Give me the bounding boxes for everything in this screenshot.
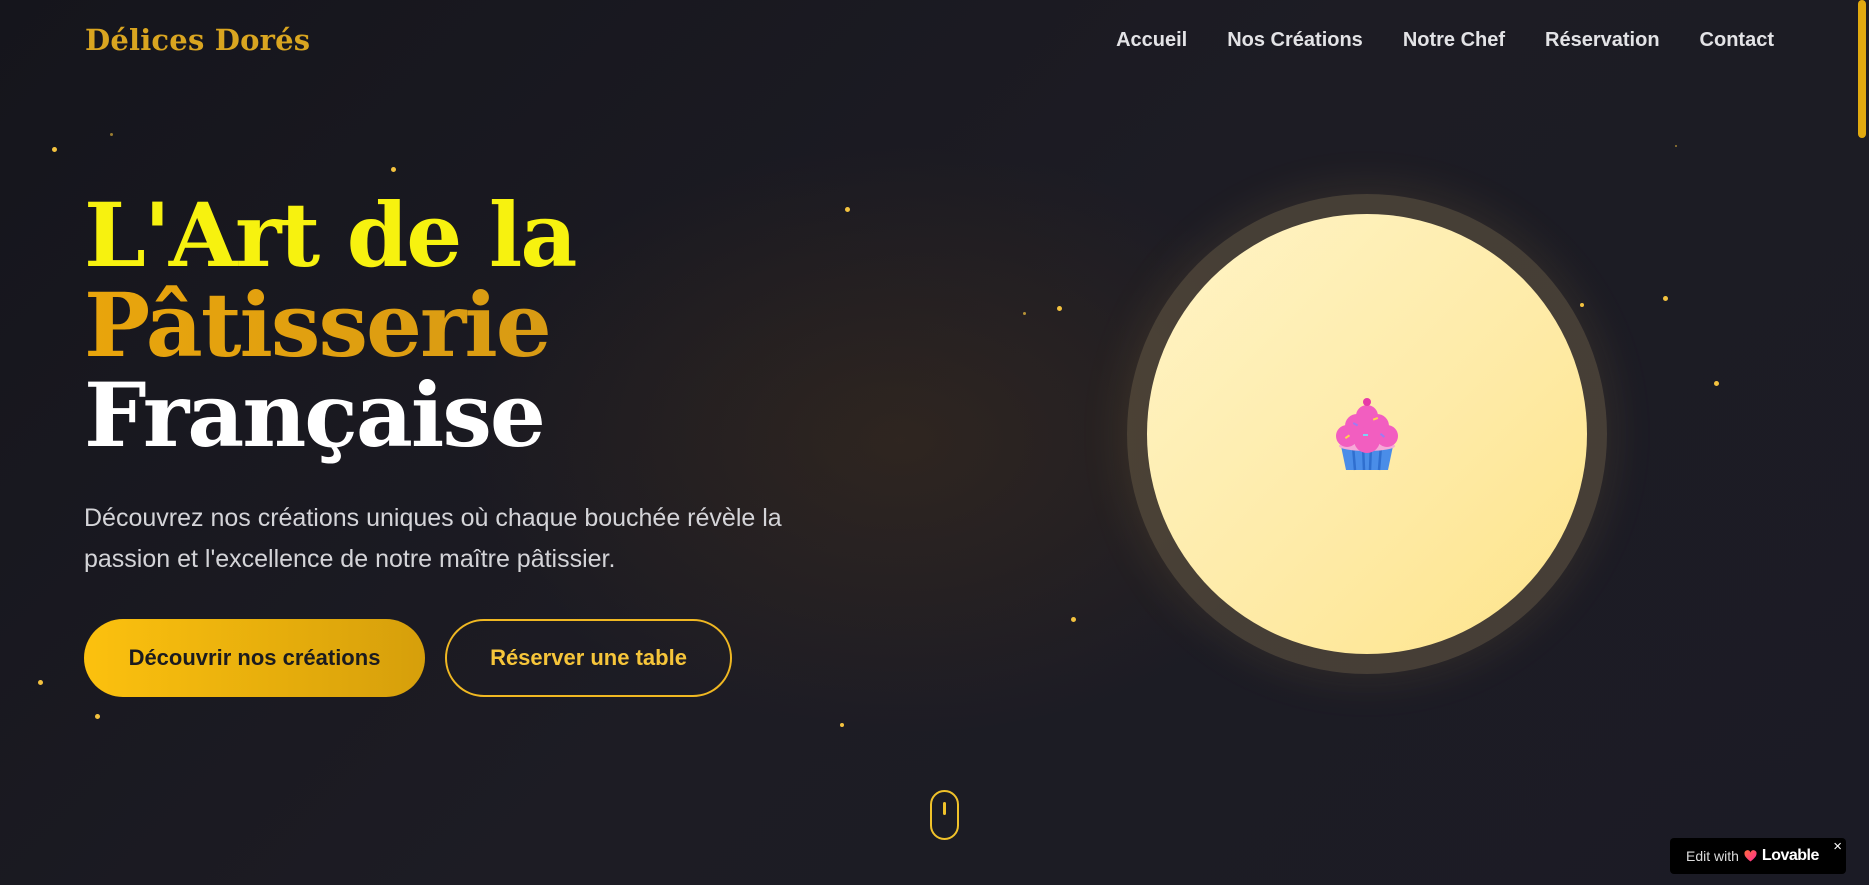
badge-prefix: Edit with: [1686, 848, 1739, 864]
sparkle-decoration: [52, 147, 57, 152]
nav-links: Accueil Nos Créations Notre Chef Réserva…: [1116, 29, 1774, 52]
scroll-down-indicator[interactable]: [930, 790, 959, 840]
close-icon[interactable]: ×: [1833, 838, 1842, 855]
navbar: Délices Dorés Accueil Nos Créations Notr…: [0, 0, 1869, 80]
brand-logo[interactable]: Délices Dorés: [85, 23, 310, 57]
hero-title-line3: Française: [84, 363, 546, 467]
nav-link-notre-chef[interactable]: Notre Chef: [1403, 29, 1505, 52]
nav-link-nos-creations[interactable]: Nos Créations: [1227, 29, 1363, 52]
hero-title-line2: Pâtisserie: [84, 280, 575, 370]
hero-illustration: [1147, 214, 1587, 654]
sparkle-decoration: [845, 207, 850, 212]
reserve-table-button[interactable]: Réserver une table: [445, 619, 732, 697]
sparkle-decoration: [1675, 145, 1677, 147]
discover-creations-button[interactable]: Découvrir nos créations: [84, 619, 425, 697]
lovable-heart-icon: [1744, 850, 1757, 862]
hero-title-line1: L'Art de la: [84, 183, 577, 287]
sparkle-decoration: [1663, 296, 1668, 301]
sparkle-decoration: [95, 714, 100, 719]
sparkle-decoration: [840, 723, 844, 727]
sparkle-decoration: [1714, 381, 1719, 386]
page-scrollbar-thumb[interactable]: [1858, 0, 1866, 138]
nav-link-contact[interactable]: Contact: [1700, 29, 1774, 52]
sparkle-decoration: [110, 133, 113, 136]
sparkle-decoration: [38, 680, 43, 685]
edit-with-lovable-badge[interactable]: Edit with Lovable ×: [1670, 838, 1846, 874]
hero-title: L'Art de la Pâtisserie Française: [84, 183, 577, 467]
sparkle-decoration: [1057, 306, 1062, 311]
badge-brand-name: Lovable: [1761, 847, 1819, 864]
sparkle-decoration: [391, 167, 396, 172]
nav-link-accueil[interactable]: Accueil: [1116, 29, 1187, 52]
hero-description: Découvrez nos créations uniques où chaqu…: [84, 504, 782, 573]
sparkle-decoration: [1071, 617, 1076, 622]
nav-link-reservation[interactable]: Réservation: [1545, 29, 1660, 52]
scroll-wheel: [943, 802, 946, 815]
sparkle-decoration: [1023, 312, 1026, 315]
cupcake-icon: [1336, 398, 1398, 471]
sparkle-decoration: [1580, 303, 1584, 307]
landing-page: Délices Dorés Accueil Nos Créations Notr…: [0, 0, 1869, 885]
